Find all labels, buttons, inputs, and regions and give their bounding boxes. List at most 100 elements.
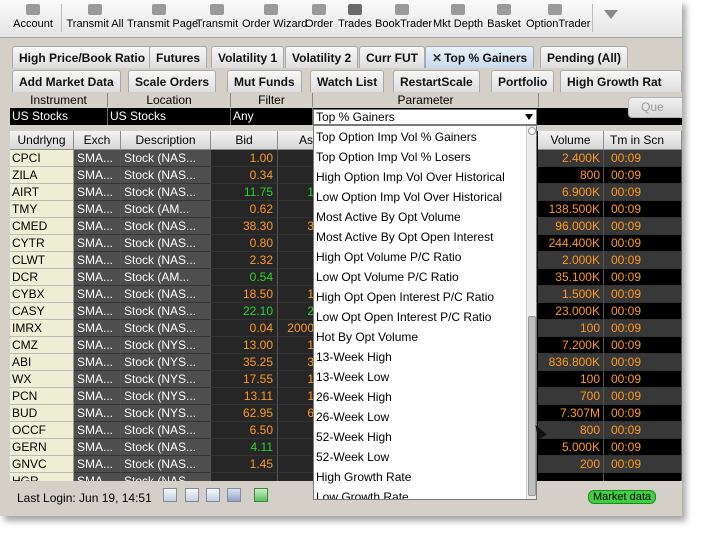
cell-tm-in-scn[interactable]: 00:09 — [604, 422, 682, 439]
cell-tm-in-scn[interactable]: 00:09 — [604, 167, 682, 184]
cell-exch[interactable]: SMA... — [74, 473, 121, 481]
cell-exch[interactable]: SMA... — [74, 320, 121, 337]
cell-ask[interactable]: 2 — [278, 303, 318, 320]
col-header-volume[interactable]: Volume — [538, 131, 604, 150]
cell-undrlyng[interactable]: HGR — [10, 473, 74, 481]
cell-bid[interactable]: 18.50 — [211, 286, 278, 303]
cell-ask[interactable]: 3 — [278, 218, 318, 235]
cell-tm-in-scn[interactable]: 00:09 — [604, 456, 682, 473]
col-header-exch[interactable]: Exch — [74, 131, 121, 150]
chevron-down-icon[interactable] — [525, 114, 533, 120]
instrument-value[interactable]: US Stocks — [10, 108, 108, 125]
cell-tm-in-scn[interactable]: 00:09 — [604, 303, 682, 320]
cell-volume[interactable]: 6.900K — [538, 184, 604, 201]
cell-tm-in-scn[interactable]: 00:09 — [604, 269, 682, 286]
cell-undrlyng[interactable]: GNVC — [10, 456, 74, 473]
dropdown-option[interactable]: Top Option Imp Vol % Losers — [316, 147, 526, 167]
cell-tm-in-scn[interactable]: 00:09 — [604, 337, 682, 354]
help-icon[interactable] — [227, 488, 241, 502]
dropdown-option[interactable]: 13-Week Low — [316, 367, 526, 387]
tab-volatility-1[interactable]: Volatility 1 — [211, 46, 285, 68]
minimize-icon[interactable] — [185, 488, 199, 502]
cell-tm-in-scn[interactable]: 00:09 — [604, 184, 682, 201]
col-header-tm-in-scn[interactable]: Tm in Scn — [604, 131, 682, 150]
close-tab-icon[interactable]: ✕ — [432, 51, 442, 65]
cell-tm-in-scn[interactable]: 00:09 — [604, 405, 682, 422]
cell-undrlyng[interactable]: AIRT — [10, 184, 74, 201]
dropdown-option[interactable]: High Opt Volume P/C Ratio — [316, 247, 526, 267]
cell-exch[interactable]: SMA... — [74, 218, 121, 235]
cell-description[interactable]: Stock (NYS... — [121, 354, 211, 371]
cell-description[interactable]: Stock (NYS... — [121, 371, 211, 388]
cell-description[interactable]: Stock (NAS... — [121, 150, 211, 167]
dropdown-option[interactable]: Top Option Imp Vol % Gainers — [316, 127, 526, 147]
grid-icon[interactable] — [206, 488, 220, 502]
market-data-indicator[interactable]: Market data — [588, 490, 656, 504]
cell-exch[interactable]: SMA... — [74, 456, 121, 473]
cell-tm-in-scn[interactable]: 00:09 — [604, 371, 682, 388]
scroll-up-icon[interactable] — [528, 127, 536, 135]
cell-bid[interactable]: 4.11 — [211, 439, 278, 456]
cell-bid[interactable] — [211, 473, 278, 481]
cell-exch[interactable]: SMA... — [74, 422, 121, 439]
cell-ask[interactable]: 1 — [278, 388, 318, 405]
transmit-all-button[interactable]: Transmit All — [66, 0, 124, 38]
cell-undrlyng[interactable]: DCR — [10, 269, 74, 286]
cell-exch[interactable]: SMA... — [74, 439, 121, 456]
cell-undrlyng[interactable]: CLWT — [10, 252, 74, 269]
cell-volume[interactable]: 100 — [538, 320, 604, 337]
cell-undrlyng[interactable]: PCN — [10, 388, 74, 405]
parameter-select[interactable]: Top % Gainers — [313, 109, 537, 125]
cell-bid[interactable]: 38.30 — [211, 218, 278, 235]
cell-volume[interactable]: 100 — [538, 371, 604, 388]
cell-exch[interactable]: SMA... — [74, 150, 121, 167]
cell-bid[interactable]: 62.95 — [211, 405, 278, 422]
dropdown-option[interactable]: High Opt Open Interest P/C Ratio — [316, 287, 526, 307]
cell-description[interactable]: Stock (NYS... — [121, 405, 211, 422]
cell-volume[interactable]: 244.400K — [538, 235, 604, 252]
cell-ask[interactable] — [278, 422, 318, 439]
col-header-ask[interactable]: As — [278, 131, 318, 150]
cell-bid[interactable]: 0.04 — [211, 320, 278, 337]
cell-volume[interactable] — [538, 473, 604, 481]
cell-description[interactable]: Stock (NAS... — [121, 303, 211, 320]
cell-ask[interactable]: 1 — [278, 337, 318, 354]
cell-undrlyng[interactable]: ABI — [10, 354, 74, 371]
cell-bid[interactable]: 11.75 — [211, 184, 278, 201]
cell-tm-in-scn[interactable]: 00:09 — [604, 439, 682, 456]
dropdown-option[interactable]: High Option Imp Vol Over Historical — [316, 167, 526, 187]
cell-ask[interactable] — [278, 252, 318, 269]
dropdown-option[interactable]: Most Active By Opt Open Interest — [316, 227, 526, 247]
cell-tm-in-scn[interactable]: 00:09 — [604, 218, 682, 235]
dropdown-option[interactable]: Hot By Opt Volume — [316, 327, 526, 347]
cell-undrlyng[interactable]: CPCI — [10, 150, 74, 167]
cell-description[interactable]: Stock (NAS... — [121, 286, 211, 303]
cell-volume[interactable]: 1.500K — [538, 286, 604, 303]
tab-restartscale[interactable]: RestartScale — [393, 70, 480, 92]
cell-bid[interactable]: 6.50 — [211, 422, 278, 439]
cell-volume[interactable]: 7.307M — [538, 405, 604, 422]
cell-volume[interactable]: 836.800K — [538, 354, 604, 371]
cell-bid[interactable]: 17.55 — [211, 371, 278, 388]
transmit-page-button[interactable]: Transmit Page — [127, 0, 198, 38]
cell-bid[interactable]: 1.45 — [211, 456, 278, 473]
cell-exch[interactable]: SMA... — [74, 201, 121, 218]
cell-bid[interactable]: 13.00 — [211, 337, 278, 354]
tab-mut-funds[interactable]: Mut Funds — [227, 70, 302, 92]
cell-ask[interactable] — [278, 473, 318, 481]
cell-exch[interactable]: SMA... — [74, 405, 121, 422]
cell-undrlyng[interactable]: GERN — [10, 439, 74, 456]
cell-undrlyng[interactable]: WX — [10, 371, 74, 388]
cell-volume[interactable]: 96.000K — [538, 218, 604, 235]
cell-tm-in-scn[interactable]: 00:09 — [604, 235, 682, 252]
account-button[interactable]: Account — [8, 0, 58, 38]
query-button[interactable]: Que — [628, 97, 682, 118]
cell-bid[interactable]: 22.10 — [211, 303, 278, 320]
dropdown-option[interactable]: Low Opt Open Interest P/C Ratio — [316, 307, 526, 327]
order-wizard-button[interactable]: Order Wizard — [242, 0, 307, 38]
transmit-button[interactable]: Transmit — [194, 0, 240, 38]
dropdown-option[interactable]: 26-Week High — [316, 387, 526, 407]
dropdown-option[interactable]: Low Option Imp Vol Over Historical — [316, 187, 526, 207]
cell-description[interactable]: Stock (NAS... — [121, 320, 211, 337]
cell-bid[interactable]: 2.32 — [211, 252, 278, 269]
